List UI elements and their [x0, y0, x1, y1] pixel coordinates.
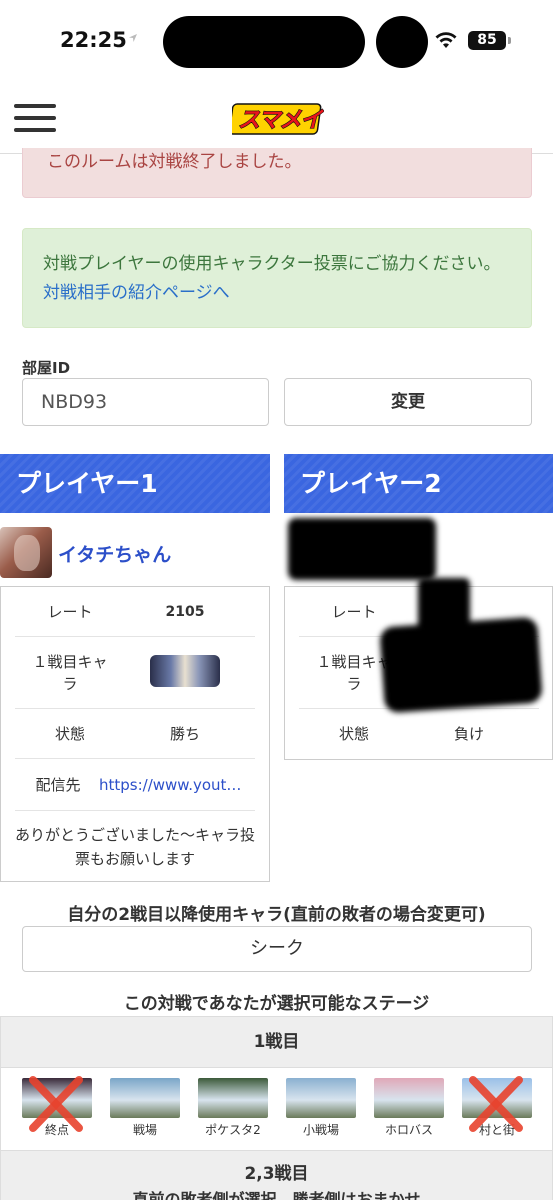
location-arrow-icon [129, 34, 137, 42]
wifi-icon [435, 32, 457, 48]
stage-list: 終点戦場 ポケスタ2 小戦場 ホロバス 村と街 [0, 1068, 553, 1150]
rate-label: レート [47, 603, 93, 621]
battery-indicator: 85 [468, 31, 506, 50]
round23-header: 2,3戦目 直前の敗者側が選択、勝者側はおまかせ [0, 1150, 553, 1200]
status-bar: 22:25 85 [0, 0, 553, 80]
room-id-field[interactable]: NBD93 [22, 378, 269, 426]
stages-title: この対戦であなたが選択可能なステージ [123, 994, 430, 1014]
room-id-label: 部屋ID [22, 359, 71, 377]
stage-thumbnail [286, 1078, 356, 1118]
stage-item[interactable]: 村と街 [461, 1076, 533, 1138]
stage-thumbnail [198, 1078, 268, 1118]
menu-icon[interactable] [14, 104, 56, 134]
rate-value: 2105 [165, 604, 205, 620]
round23-note: 直前の敗者側が選択、勝者側はおまかせ [132, 1190, 421, 1200]
round1-header: 1戦目 [0, 1016, 553, 1068]
vote-request-alert: 対戦プレイヤーの使用キャラクター投票にご協力ください。 対戦相手の紹介ページへ [22, 228, 532, 328]
player2-state-row: 状態 負け [299, 709, 539, 759]
battery-tip [508, 37, 511, 44]
char-label: １戦目キャラ [32, 653, 108, 693]
stage-item[interactable]: ポケスタ2 [197, 1078, 269, 1138]
stream-label: 配信先 [35, 776, 81, 794]
stage-name: ポケスタ2 [205, 1123, 261, 1137]
stage-name: ホロバス [384, 1123, 433, 1137]
stage-thumbnail [374, 1078, 444, 1118]
site-logo[interactable]: スマメイト [232, 98, 324, 138]
player1-rate-row: レート 2105 [15, 587, 255, 637]
state-value: 勝ち [169, 725, 200, 743]
round23-label: 2,3戦目 [244, 1164, 309, 1184]
state-value: 負け [453, 725, 484, 743]
player1-header: プレイヤー1 [0, 454, 270, 513]
stage-item[interactable]: 終点 [21, 1076, 93, 1138]
room-ended-text: このルームは対戦終了しました。 [47, 152, 302, 172]
struck-x-icon [469, 1076, 523, 1132]
stage-name: 小戦場 [302, 1123, 339, 1137]
svg-text:スマメイト: スマメイト [238, 108, 324, 133]
player1-info-card: レート 2105 １戦目キャラ 状態 勝ち 配信先 https://www.yo… [0, 586, 270, 882]
change-button[interactable]: 変更 [284, 378, 532, 426]
struck-x-icon [29, 1076, 83, 1132]
stage-thumbnail [110, 1078, 180, 1118]
player1-message: ありがとうございました〜キャラ投票もお願いします [14, 826, 255, 868]
redaction-mark [288, 518, 436, 580]
second-char-title: 自分の2戦目以降使用キャラ(直前の敗者の場合変更可) [67, 905, 486, 925]
site-header: スマメイト [0, 80, 553, 154]
vote-request-text: 対戦プレイヤーの使用キャラクター投票にご協力ください。 [43, 254, 501, 274]
room-ended-alert: このルームは対戦終了しました。 [22, 148, 532, 198]
player1-avatar[interactable] [0, 527, 52, 578]
stage-item[interactable]: ホロバス [373, 1078, 445, 1138]
state-label: 状態 [338, 725, 369, 743]
player1-state-row: 状態 勝ち [15, 709, 255, 759]
status-time: 22:25 [60, 28, 127, 52]
player1-stream-row: 配信先 https://www.youtube.com/ [15, 759, 255, 811]
camera-cutout [376, 16, 428, 68]
stage-item[interactable]: 戦場 [109, 1078, 181, 1138]
state-label: 状態 [54, 725, 85, 743]
redaction-mark [379, 616, 543, 714]
character-icon[interactable] [150, 655, 220, 687]
player1-name[interactable]: イタチちゃん [58, 540, 171, 567]
stage-name: 戦場 [132, 1123, 157, 1137]
player1-char-row: １戦目キャラ [15, 637, 255, 709]
stage-item[interactable]: 小戦場 [285, 1078, 357, 1138]
player2-header: プレイヤー2 [284, 454, 553, 513]
second-char-select[interactable]: シーク [22, 926, 532, 972]
stream-link[interactable]: https://www.youtube.com/ [99, 759, 249, 811]
opponent-intro-link[interactable]: 対戦相手の紹介ページへ [43, 283, 230, 303]
dynamic-island [163, 16, 365, 68]
